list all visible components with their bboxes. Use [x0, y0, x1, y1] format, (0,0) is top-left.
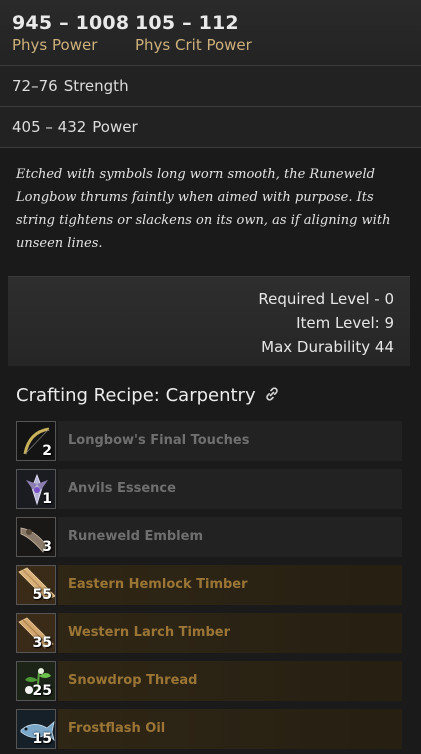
ingredient-count: 3 [42, 539, 52, 555]
ingredient-count: 15 [32, 731, 52, 747]
ingredient-count: 35 [32, 635, 52, 651]
ingredient-name: Longbow's Final Touches [58, 421, 402, 461]
phys-power-value: 945 – 1008 [12, 12, 130, 34]
ingredient-row[interactable]: 15 Frostflash Oil [16, 709, 402, 751]
strength-value: 72–76 [12, 77, 58, 95]
ingredient-row[interactable]: 25 Snowdrop Thread [16, 661, 402, 703]
link-icon[interactable] [264, 386, 280, 407]
ingredient-name: Eastern Hemlock Timber [58, 565, 402, 605]
ingredient-count: 2 [42, 443, 52, 459]
phys-power-stat: 945 – 1008 Phys Power [12, 11, 129, 55]
required-level: Required Level - 0 [258, 290, 394, 308]
fish-icon: 15 [16, 709, 56, 749]
power-label: Power [92, 118, 138, 136]
ingredient-name: Runeweld Emblem [58, 517, 402, 557]
timber-icon: 35 [16, 613, 56, 653]
ingredient-name: Anvils Essence [58, 469, 402, 509]
ingredient-row[interactable]: 35 Western Larch Timber [16, 613, 402, 655]
strength-label: Strength [63, 77, 129, 95]
recipe-title: Crafting Recipe: Carpentry [16, 385, 280, 407]
phys-crit-power-stat: 105 – 112 Phys Crit Power [135, 11, 252, 55]
requirements-box: Required Level - 0 Item Level: 9 Max Dur… [8, 276, 410, 366]
timber-icon: 55 [16, 565, 56, 605]
crystal-icon: 1 [16, 469, 56, 509]
item-level: Item Level: 9 [296, 314, 394, 332]
ingredient-row[interactable]: 3 Runeweld Emblem [16, 517, 402, 559]
ingredient-name: Snowdrop Thread [58, 661, 402, 701]
bow-icon: 2 [16, 421, 56, 461]
phys-crit-power-value: 105 – 112 [135, 12, 239, 34]
phys-power-label: Phys Power [12, 36, 98, 54]
strength-row: 72–76 Strength [0, 66, 421, 107]
ingredient-row[interactable]: 1 Anvils Essence [16, 469, 402, 511]
item-description: Etched with symbols long worn smooth, th… [16, 167, 391, 251]
flower-icon: 25 [16, 661, 56, 701]
ingredient-count: 25 [32, 683, 52, 699]
item-tooltip: 945 – 1008 Phys Power 105 – 112 Phys Cri… [0, 0, 421, 754]
power-value: 405 – 432 [12, 118, 87, 136]
phys-crit-power-label: Phys Crit Power [135, 36, 252, 54]
recipe-title-text: Crafting Recipe: Carpentry [16, 385, 256, 406]
max-durability: Max Durability 44 [261, 338, 394, 356]
power-row: 405 – 432 Power [0, 107, 421, 148]
ingredient-name: Western Larch Timber [58, 613, 402, 653]
ingredient-row[interactable]: 55 Eastern Hemlock Timber [16, 565, 402, 607]
ingredient-count: 1 [42, 491, 52, 507]
primary-stats: 945 – 1008 Phys Power 105 – 112 Phys Cri… [0, 0, 421, 66]
ingredient-name: Frostflash Oil [58, 709, 402, 749]
ingredient-row[interactable]: 2 Longbow's Final Touches [16, 421, 402, 463]
emblem-icon: 3 [16, 517, 56, 557]
ingredient-count: 55 [32, 587, 52, 603]
